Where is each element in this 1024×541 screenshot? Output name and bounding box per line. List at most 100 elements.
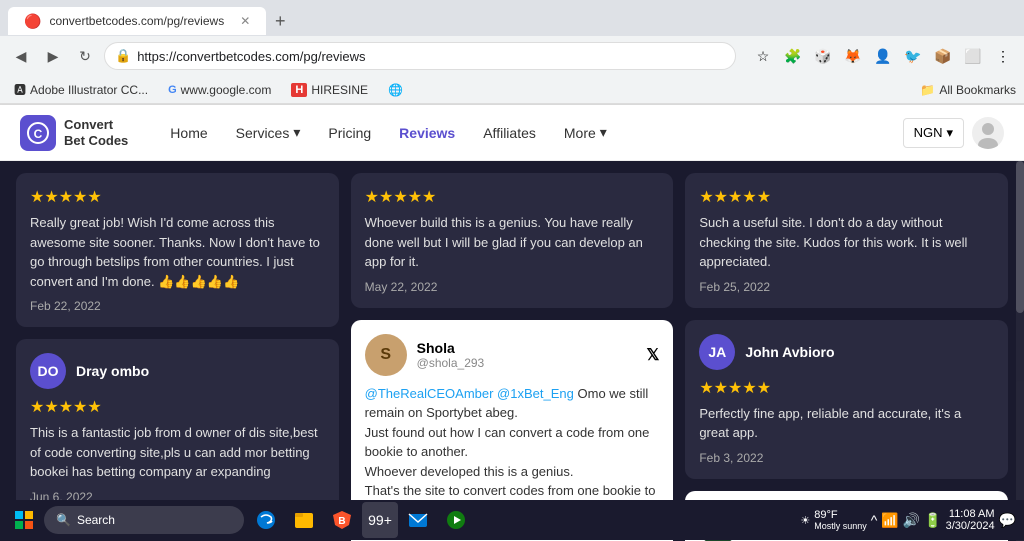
taskbar-pinned-icons: B 99+ xyxy=(248,502,474,538)
battery-icon[interactable]: 🔋 xyxy=(924,512,941,529)
extension-icon-4[interactable]: 👤 xyxy=(870,43,896,69)
taskbar-apps-icon[interactable]: 99+ xyxy=(362,502,398,538)
notifications-button[interactable]: 💬 xyxy=(999,512,1016,529)
dray-avatar: DO xyxy=(30,353,66,389)
extension-icon-6[interactable]: 📦 xyxy=(930,43,956,69)
dray-text: This is a fantastic job from d owner of … xyxy=(30,423,325,482)
address-bar[interactable]: 🔒 https://convertbetcodes.com/pg/reviews xyxy=(104,42,736,70)
nav-more[interactable]: More ▾ xyxy=(552,116,619,149)
shola-avatar: S xyxy=(365,334,407,376)
bookmark-star-button[interactable]: ☆ xyxy=(750,43,776,69)
currency-dropdown-icon: ▾ xyxy=(946,125,953,141)
tray-icon-1[interactable]: ^ xyxy=(871,512,878,528)
hiresine-icon: H xyxy=(291,83,307,97)
reviews-column-3: ★★★★★ Such a useful site. I don't do a d… xyxy=(685,173,1008,541)
site-header: C Convert Bet Codes Home Services ▾ Pric… xyxy=(0,105,1024,161)
john-date: Feb 3, 2022 xyxy=(699,451,994,465)
currency-label: NGN xyxy=(914,125,943,140)
logo-area[interactable]: C Convert Bet Codes xyxy=(20,115,128,151)
temperature: 89°F xyxy=(814,509,867,521)
extension-icon-5[interactable]: 🐦 xyxy=(900,43,926,69)
nav-affiliates[interactable]: Affiliates xyxy=(471,117,548,149)
more-dropdown-icon: ▾ xyxy=(600,124,607,141)
shola-mention[interactable]: @TheRealCEOAmber @1xBet_Eng xyxy=(365,386,574,401)
browser-toolbar-icons: ☆ 🧩 🎲 🦊 👤 🐦 📦 ⬜ ⋮ xyxy=(750,43,1016,69)
reviews-column-2: ★★★★★ Whoever build this is a genius. Yo… xyxy=(351,173,674,541)
web-icon: 🌐 xyxy=(388,83,403,97)
taskbar-explorer-icon[interactable] xyxy=(286,502,322,538)
svg-text:C: C xyxy=(34,127,43,141)
nav-affiliates-label: Affiliates xyxy=(483,125,536,141)
scrollbar-thumb[interactable] xyxy=(1016,161,1024,313)
logo-line2: Bet Codes xyxy=(64,133,128,149)
bookmark-web[interactable]: 🌐 xyxy=(382,81,409,99)
menu-button[interactable]: ⋮ xyxy=(990,43,1016,69)
review-card-dray: DO Dray ombo ★★★★★ This is a fantastic j… xyxy=(16,339,339,518)
nav-home[interactable]: Home xyxy=(158,117,219,149)
review-text-3: Such a useful site. I don't do a day wit… xyxy=(699,213,994,272)
speaker-icon[interactable]: 🔊 xyxy=(903,512,920,529)
nav-pricing[interactable]: Pricing xyxy=(316,117,383,149)
network-icon[interactable]: 📶 xyxy=(881,512,898,529)
forward-button[interactable]: ▶ xyxy=(40,43,66,69)
logo-icon: C xyxy=(20,115,56,151)
john-avatar: JA xyxy=(699,334,735,370)
nav-right: NGN ▾ xyxy=(903,117,1004,149)
scrollbar-track[interactable] xyxy=(1016,161,1024,541)
back-button[interactable]: ◀ xyxy=(8,43,34,69)
extension-icon-3[interactable]: 🦊 xyxy=(840,43,866,69)
john-info: John Avbioro xyxy=(745,344,834,360)
reviewer-row-dray: DO Dray ombo xyxy=(30,353,325,389)
taskbar-search-box[interactable]: 🔍 Search xyxy=(44,506,244,534)
taskbar-edge-icon[interactable] xyxy=(248,502,284,538)
extension-icon-1[interactable]: 🧩 xyxy=(780,43,806,69)
taskbar: 🔍 Search B 99+ ☀ 89°F Mostly sunny xyxy=(0,500,1024,540)
review-text-1: Really great job! Wish I'd come across t… xyxy=(30,213,325,291)
bookmark-google[interactable]: G www.google.com xyxy=(162,81,277,99)
weather-text: 89°F Mostly sunny xyxy=(814,509,867,531)
reload-button[interactable]: ↻ xyxy=(72,43,98,69)
bookmarks-folder-icon: 📁 xyxy=(920,83,935,97)
bookmark-illustrator[interactable]: 🅰 Adobe Illustrator CC... xyxy=(8,79,154,100)
dray-name: Dray ombo xyxy=(76,363,149,379)
url-text: https://convertbetcodes.com/pg/reviews xyxy=(137,49,365,64)
bookmark-label: HIRESINE xyxy=(311,83,368,97)
all-bookmarks-btn[interactable]: 📁 All Bookmarks xyxy=(920,83,1016,97)
shola-header: S Shola @shola_293 𝕏 xyxy=(365,334,660,376)
active-tab[interactable]: 🔴 convertbetcodes.com/pg/reviews ✕ xyxy=(8,7,266,35)
weather-widget[interactable]: ☀ 89°F Mostly sunny xyxy=(800,509,866,531)
user-avatar-button[interactable] xyxy=(972,117,1004,149)
illustrator-icon: 🅰 xyxy=(14,81,26,98)
nav-reviews[interactable]: Reviews xyxy=(387,117,467,149)
review-text-2: Whoever build this is a genius. You have… xyxy=(365,213,660,272)
logo-line1: Convert xyxy=(64,117,128,133)
windows-start-button[interactable] xyxy=(8,504,40,536)
review-date-3: Feb 25, 2022 xyxy=(699,280,994,294)
lock-icon: 🔒 xyxy=(115,48,131,64)
taskbar-brave-icon[interactable]: B xyxy=(324,502,360,538)
bookmark-label: Adobe Illustrator CC... xyxy=(30,83,148,97)
taskbar-right: ☀ 89°F Mostly sunny ^ 📶 🔊 🔋 11:08 AM 3/3… xyxy=(800,508,1016,532)
x-logo-shola: 𝕏 xyxy=(646,345,659,365)
taskbar-media-icon[interactable] xyxy=(438,502,474,538)
services-dropdown-icon: ▾ xyxy=(293,124,300,141)
system-tray: ^ 📶 🔊 🔋 xyxy=(871,512,942,529)
nav-pricing-label: Pricing xyxy=(328,125,371,141)
taskbar-mail-icon[interactable] xyxy=(400,502,436,538)
shola-name: Shola xyxy=(417,340,637,356)
browser-controls: ◀ ▶ ↻ 🔒 https://convertbetcodes.com/pg/r… xyxy=(0,36,1024,76)
bookmark-hiresine[interactable]: H HIRESINE xyxy=(285,81,374,99)
nav-services[interactable]: Services ▾ xyxy=(224,116,313,149)
clock[interactable]: 11:08 AM 3/30/2024 xyxy=(946,508,995,532)
currency-selector[interactable]: NGN ▾ xyxy=(903,118,964,148)
john-text: Perfectly fine app, reliable and accurat… xyxy=(699,404,994,443)
bookmark-label: www.google.com xyxy=(181,83,272,97)
logo-text: Convert Bet Codes xyxy=(64,117,128,148)
tab-capture-button[interactable]: ⬜ xyxy=(960,43,986,69)
browser-chrome: 🔴 convertbetcodes.com/pg/reviews ✕ + ◀ ▶… xyxy=(0,0,1024,105)
search-icon: 🔍 xyxy=(56,513,71,527)
reviews-column-1: ★★★★★ Really great job! Wish I'd come ac… xyxy=(16,173,339,541)
john-header: JA John Avbioro xyxy=(699,334,994,370)
new-tab-button[interactable]: + xyxy=(266,7,294,35)
extension-icon-2[interactable]: 🎲 xyxy=(810,43,836,69)
